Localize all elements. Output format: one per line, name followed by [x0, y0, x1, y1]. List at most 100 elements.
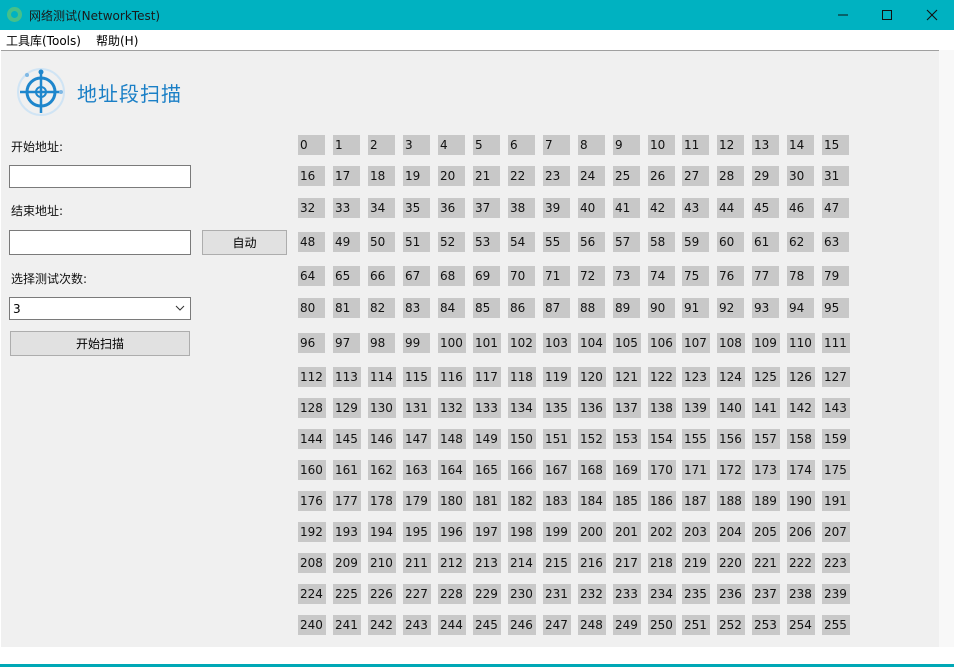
address-cell: 83	[403, 298, 430, 318]
address-cell: 244	[438, 615, 466, 635]
address-cell: 13	[752, 135, 779, 155]
address-cell: 217	[613, 553, 641, 573]
address-cell: 110	[787, 333, 815, 353]
address-cell: 12	[717, 135, 744, 155]
address-cell: 5	[473, 135, 500, 155]
address-cell: 90	[648, 298, 675, 318]
address-cell: 191	[822, 491, 850, 511]
address-cell: 82	[368, 298, 395, 318]
address-cell: 239	[822, 584, 850, 604]
address-cell: 43	[682, 198, 709, 218]
address-cell: 2	[368, 135, 395, 155]
address-cell: 51	[403, 232, 430, 252]
address-cell: 162	[368, 460, 396, 480]
close-button[interactable]	[909, 0, 954, 30]
address-cell: 39	[543, 198, 570, 218]
address-cell: 210	[368, 553, 396, 573]
address-cell: 133	[473, 398, 501, 418]
address-cell: 107	[682, 333, 710, 353]
address-cell: 91	[682, 298, 709, 318]
address-cell: 216	[578, 553, 606, 573]
address-cell: 60	[717, 232, 744, 252]
address-cell: 208	[298, 553, 326, 573]
address-cell: 226	[368, 584, 396, 604]
address-cell: 97	[333, 333, 360, 353]
address-cell: 45	[752, 198, 779, 218]
maximize-button[interactable]	[864, 0, 910, 30]
address-cell: 152	[578, 429, 606, 449]
address-cell: 66	[368, 266, 395, 286]
address-cell: 202	[648, 522, 676, 542]
address-cell: 124	[717, 367, 745, 387]
test-count-select[interactable]: 3	[9, 297, 191, 320]
start-address-input[interactable]	[9, 165, 191, 188]
address-cell: 139	[682, 398, 710, 418]
address-cell: 122	[648, 367, 676, 387]
address-cell: 243	[403, 615, 431, 635]
start-address-label: 开始地址:	[11, 140, 64, 154]
address-cell: 241	[333, 615, 361, 635]
start-scan-button[interactable]: 开始扫描	[10, 331, 190, 356]
address-cell: 222	[787, 553, 815, 573]
address-cell: 193	[333, 522, 361, 542]
address-cell: 136	[578, 398, 606, 418]
address-cell: 48	[298, 232, 325, 252]
address-cell: 35	[403, 198, 430, 218]
end-address-input[interactable]	[9, 230, 191, 255]
address-cell: 174	[787, 460, 815, 480]
address-cell: 236	[717, 584, 745, 604]
address-cell: 70	[508, 266, 535, 286]
menu-bar: 工具库(Tools) 帮助(H)	[0, 30, 954, 49]
address-cell: 251	[682, 615, 710, 635]
address-cell: 114	[368, 367, 396, 387]
address-cell: 38	[508, 198, 535, 218]
address-cell: 144	[298, 429, 326, 449]
address-cell: 212	[438, 553, 466, 573]
address-cell: 15	[822, 135, 849, 155]
address-cell: 167	[543, 460, 571, 480]
address-cell: 180	[438, 491, 466, 511]
address-cell: 62	[787, 232, 814, 252]
address-cell: 3	[403, 135, 430, 155]
address-cell: 16	[298, 166, 325, 186]
address-cell: 21	[473, 166, 500, 186]
address-cell: 49	[333, 232, 360, 252]
address-cell: 123	[682, 367, 710, 387]
address-cell: 101	[473, 333, 501, 353]
address-cell: 140	[717, 398, 745, 418]
address-cell: 119	[543, 367, 571, 387]
address-cell: 88	[578, 298, 605, 318]
address-cell: 44	[717, 198, 744, 218]
address-cell: 177	[333, 491, 361, 511]
address-cell: 102	[508, 333, 536, 353]
address-cell: 173	[752, 460, 780, 480]
address-cell: 36	[438, 198, 465, 218]
menu-help[interactable]: 帮助(H)	[96, 32, 138, 49]
address-cell: 149	[473, 429, 501, 449]
address-cell: 0	[298, 135, 325, 155]
address-cell: 211	[403, 553, 431, 573]
address-cell: 89	[613, 298, 640, 318]
address-cell: 85	[473, 298, 500, 318]
address-cell: 126	[787, 367, 815, 387]
address-cell: 150	[508, 429, 536, 449]
address-cell: 67	[403, 266, 430, 286]
address-cell: 141	[752, 398, 780, 418]
address-cell: 118	[508, 367, 536, 387]
address-cell: 163	[403, 460, 431, 480]
address-cell: 142	[787, 398, 815, 418]
auto-button[interactable]: 自动	[202, 230, 287, 255]
address-cell: 125	[752, 367, 780, 387]
address-cell: 237	[752, 584, 780, 604]
address-cell: 184	[578, 491, 606, 511]
address-cell: 154	[648, 429, 676, 449]
menu-tools[interactable]: 工具库(Tools)	[6, 32, 81, 49]
address-cell: 218	[648, 553, 676, 573]
address-cell: 246	[508, 615, 536, 635]
address-cell: 197	[473, 522, 501, 542]
minimize-button[interactable]	[820, 0, 866, 30]
address-cell: 252	[717, 615, 745, 635]
address-cell: 112	[298, 367, 326, 387]
address-cell: 187	[682, 491, 710, 511]
address-cell: 190	[787, 491, 815, 511]
